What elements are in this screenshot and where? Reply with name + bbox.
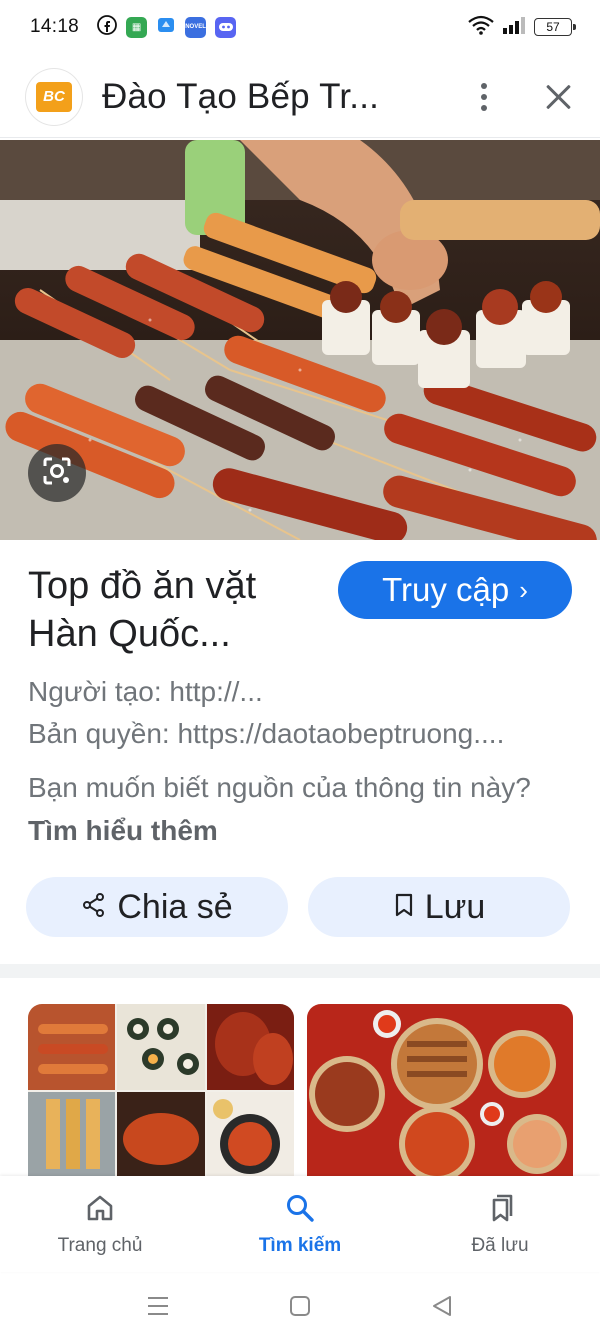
search-icon	[284, 1192, 316, 1229]
battery-icon: 57	[534, 18, 576, 36]
back-icon[interactable]	[430, 1295, 454, 1322]
saved-icon	[484, 1192, 516, 1229]
result-header: BC Đào Tạo Bếp Tr...	[0, 56, 600, 138]
result-title-line1: Top đồ ăn vặt	[28, 565, 257, 607]
learn-more-link[interactable]: Tìm hiểu thêm	[28, 815, 218, 846]
result-image[interactable]	[0, 140, 600, 540]
visit-button[interactable]: Truy cập ›	[338, 561, 572, 619]
nav-saved[interactable]: Đã lưu	[400, 1176, 600, 1272]
site-logo-mark: BC	[36, 81, 72, 112]
nav-saved-label: Đã lưu	[471, 1235, 529, 1256]
nav-search-label: Tìm kiếm	[258, 1235, 342, 1256]
save-button[interactable]: Lưu	[308, 877, 570, 937]
result-title: Top đồ ăn vặt Hàn Quốc...	[28, 562, 328, 658]
site-name[interactable]: Đào Tạo Bếp Tr...	[102, 77, 379, 117]
system-navigation-bar	[0, 1274, 600, 1343]
app-blue-icon	[156, 15, 176, 40]
share-icon	[81, 888, 107, 927]
copyright-text: Bản quyền: https://daotaobeptruong....	[28, 718, 505, 749]
result-title-line2: Hàn Quốc...	[28, 613, 231, 655]
share-button[interactable]: Chia sẻ	[26, 877, 288, 937]
lens-search-button[interactable]	[28, 444, 86, 502]
home-button-icon[interactable]	[288, 1295, 312, 1322]
close-icon[interactable]	[544, 82, 574, 112]
bookmark-icon	[393, 888, 415, 927]
facebook-icon	[97, 14, 117, 40]
share-button-label: Chia sẻ	[117, 887, 233, 926]
related-image[interactable]	[28, 1004, 294, 1176]
food-platter-photo	[307, 1004, 573, 1176]
status-time: 14:18	[30, 16, 80, 37]
chevron-right-icon: ›	[519, 574, 528, 605]
street-food-photo	[0, 140, 600, 540]
wifi-icon	[468, 15, 494, 40]
lens-icon	[41, 455, 73, 492]
notification-icons: ▦ NOVEL	[97, 14, 237, 40]
discord-icon	[215, 16, 237, 38]
site-logo[interactable]: BC	[26, 68, 82, 125]
related-image[interactable]	[307, 1004, 573, 1176]
bottom-navigation: Trang chủ Tìm kiếm Đã lưu	[0, 1176, 600, 1272]
section-divider	[0, 964, 600, 978]
nav-search[interactable]: Tìm kiếm	[200, 1176, 400, 1272]
food-collage-photo	[28, 1004, 294, 1176]
status-bar: 14:18 ▦ NOVEL 57	[0, 0, 600, 54]
source-question-text: Bạn muốn biết nguồn của thông tin này?	[28, 772, 531, 803]
nav-home[interactable]: Trang chủ	[0, 1176, 200, 1272]
home-icon	[84, 1192, 116, 1229]
nav-home-label: Trang chủ	[57, 1235, 143, 1256]
recents-icon[interactable]	[146, 1295, 170, 1322]
more-options-icon[interactable]	[466, 77, 502, 117]
visit-button-label: Truy cập	[382, 571, 510, 608]
system-status: 57	[468, 15, 576, 40]
noveltoon-icon: NOVEL	[185, 16, 207, 38]
source-question: Bạn muốn biết nguồn của thông tin này? T…	[28, 766, 578, 852]
signal-icon	[502, 16, 526, 39]
save-button-label: Lưu	[424, 887, 486, 926]
app-green-icon: ▦	[126, 16, 148, 38]
creator-text: Người tạo: http://...	[28, 676, 263, 707]
